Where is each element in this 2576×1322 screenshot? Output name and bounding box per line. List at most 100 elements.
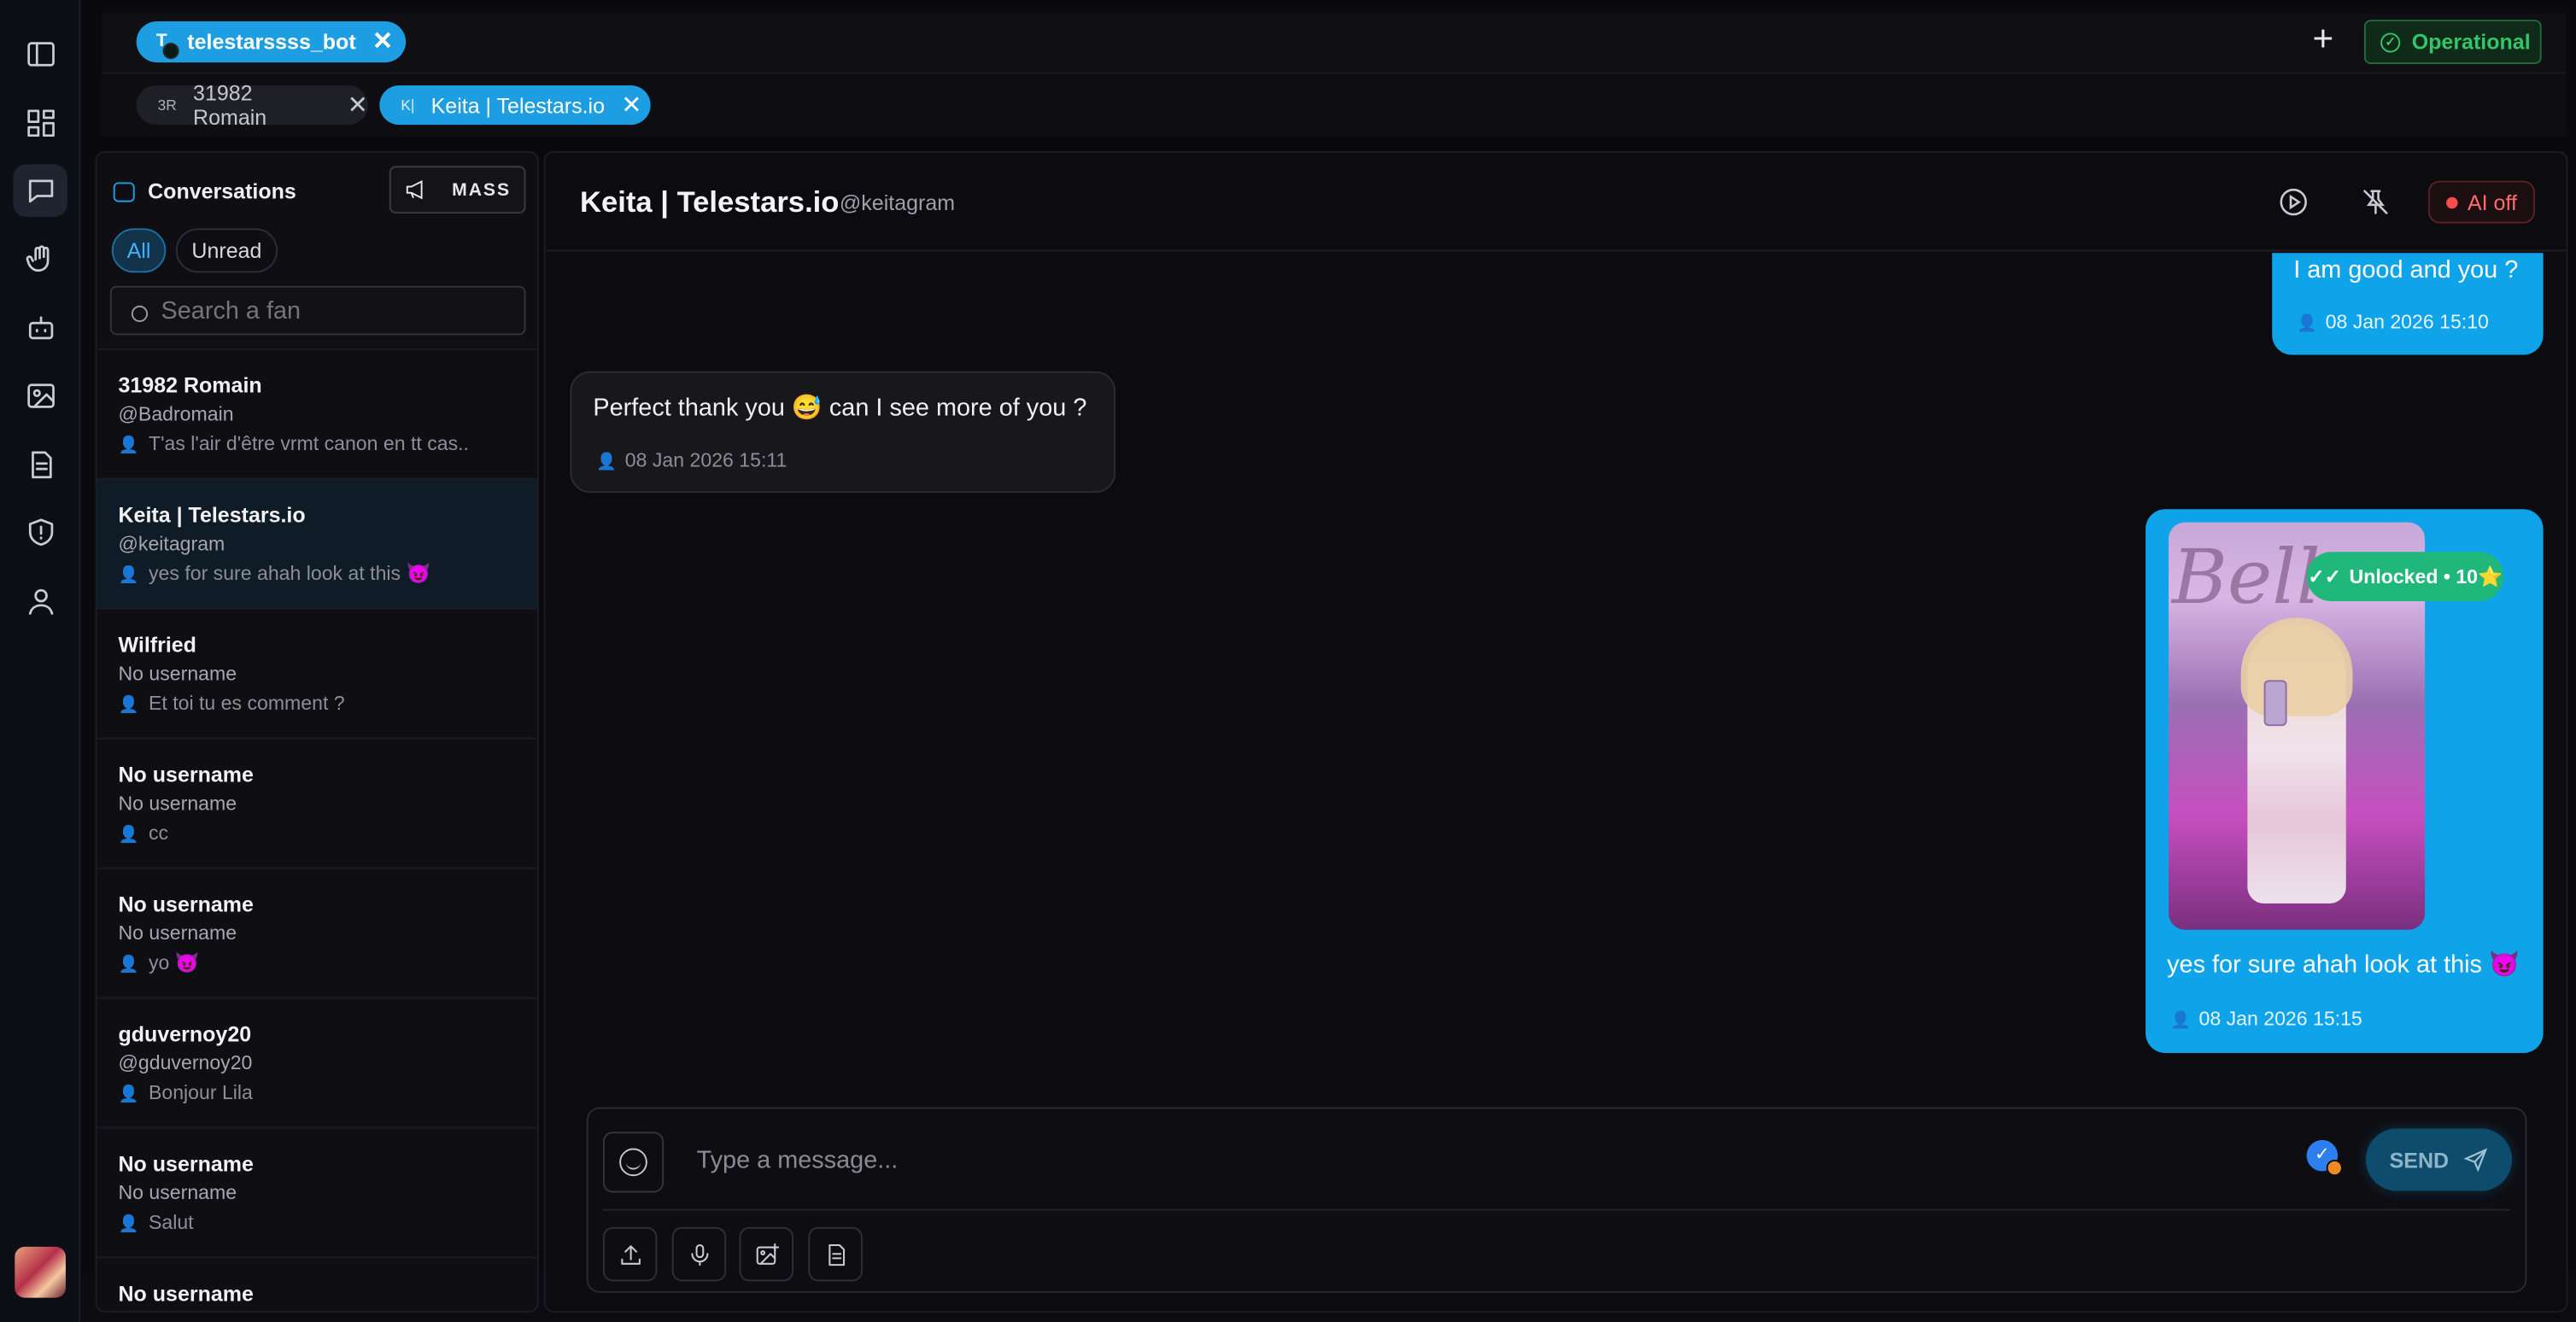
conversation-preview: Et toi tu es comment ? (118, 692, 512, 715)
search-box (109, 285, 526, 336)
ai-toggle[interactable]: AI off (2427, 180, 2535, 224)
play-icon[interactable] (2277, 185, 2310, 218)
user-icon: 👤 (596, 453, 618, 472)
emoji-button[interactable] (602, 1132, 664, 1193)
send-icon (2462, 1148, 2487, 1173)
conversation-list: 31982 Romain @Badromain T'as l'air d'êtr… (97, 348, 537, 1311)
media-button[interactable] (739, 1226, 794, 1282)
filter-unread[interactable]: Unread (175, 228, 278, 273)
conversation-username: No username (118, 792, 237, 816)
microphone-icon (690, 1243, 708, 1266)
conversation-name: gduvernoy20 (118, 1021, 252, 1047)
bot-icon[interactable] (13, 302, 67, 355)
document-icon (828, 1243, 845, 1266)
tab-label: 31982 Romain (193, 80, 267, 130)
list-item[interactable]: 31982 Romain @Badromain T'as l'air d'êtr… (97, 348, 537, 478)
user-icon: 👤 (2169, 1011, 2191, 1031)
tab-initials: 3R (157, 97, 177, 114)
message-composer: ✓ SEND (586, 1107, 2527, 1293)
message-bubble-incoming: Perfect thank you 😅 can I see more of yo… (570, 371, 1116, 494)
conversation-name: Keita | Telestars.io (118, 502, 306, 528)
close-icon[interactable]: ✕ (348, 93, 368, 118)
filter-all[interactable]: All (111, 228, 167, 273)
list-item[interactable]: Keita | Telestars.io @keitagram yes for … (97, 477, 537, 608)
conversation-name: No username (118, 762, 254, 787)
send-button[interactable]: SEND (2365, 1128, 2513, 1191)
template-button[interactable] (808, 1226, 863, 1282)
chat-title: Keita | Telestars.io (579, 185, 840, 219)
message-timestamp: 👤 08 Jan 2026 15:11 (596, 448, 787, 471)
image-icon[interactable] (13, 370, 67, 423)
conversation-name: No username (118, 892, 254, 917)
chat-icon[interactable] (13, 164, 67, 217)
upload-button[interactable] (602, 1226, 658, 1282)
top-tab-bar (102, 13, 2567, 74)
message-input[interactable] (696, 1138, 2175, 1181)
chat-tab-romain[interactable]: 3R 31982 Romain ✕ (136, 80, 368, 130)
conversation-username: @gduvernoy20 (118, 1051, 253, 1074)
conversations-header: Conversations (113, 178, 296, 204)
send-label: SEND (2389, 1147, 2450, 1173)
message-time: 08 Jan 2026 15:10 (2325, 310, 2489, 334)
add-tab-icon[interactable]: + (2304, 20, 2343, 61)
conversation-name: No username (118, 1151, 254, 1177)
mass-message-button[interactable]: MASS (389, 166, 526, 214)
ai-status-label: AI off (2467, 190, 2517, 215)
list-item[interactable]: No username No username cc (97, 737, 537, 868)
list-item[interactable]: gduvernoy20 @gduvernoy20 Bonjour Lila (97, 997, 537, 1127)
message-bubble-outgoing: I am good and you ? 👤 08 Jan 2026 15:10 (2272, 253, 2544, 355)
message-text: Perfect thank you 😅 can I see more of yo… (593, 394, 1087, 423)
tab-label: Keita | Telestars.io (430, 92, 606, 118)
user-icon[interactable] (13, 575, 67, 628)
message-timestamp: 👤 08 Jan 2026 15:10 (2297, 311, 2489, 334)
composer-divider (602, 1208, 2511, 1211)
tab-initials: K| (401, 97, 415, 114)
hand-icon[interactable] (13, 233, 67, 286)
smiley-icon (619, 1148, 647, 1177)
bot-tab[interactable]: T telestarssss_bot ✕ (136, 21, 407, 63)
conversation-name: Wilfried (118, 632, 196, 658)
list-item[interactable]: No username (97, 1256, 537, 1310)
conversation-username: @keitagram (118, 532, 225, 556)
chat-panel: Keita | Telestars.io @keitagram AI off I… (543, 150, 2568, 1313)
shield-icon[interactable] (13, 506, 67, 559)
bot-avatar-icon: T (156, 31, 179, 59)
close-icon[interactable]: ✕ (621, 93, 641, 118)
bot-tab-label: telestarssss_bot (187, 29, 356, 55)
conversation-username: No username (118, 921, 237, 945)
search-input[interactable] (161, 296, 490, 325)
double-check-icon: ✓✓ (2308, 564, 2341, 588)
document-icon[interactable] (13, 439, 67, 492)
close-icon[interactable]: ✕ (372, 30, 393, 55)
message-list: I am good and you ? 👤 08 Jan 2026 15:10 P… (546, 253, 2567, 1085)
conversations-title: Conversations (148, 178, 296, 204)
unpin-icon[interactable] (2359, 185, 2392, 218)
list-item[interactable]: No username No username Salut (97, 1126, 537, 1257)
photo-wall-lettering: Bell (2171, 532, 2321, 622)
chat-bubble-icon (113, 181, 135, 202)
dashboard-icon[interactable] (13, 97, 67, 149)
unlocked-badge: ✓✓ Unlocked • 10⭐ (2306, 552, 2504, 602)
conversation-name: No username (118, 1281, 254, 1307)
megaphone-icon (407, 179, 423, 200)
list-item[interactable]: Wilfried No username Et toi tu es commen… (97, 607, 537, 738)
voice-button[interactable] (671, 1226, 727, 1282)
conversation-preview: Salut (118, 1211, 512, 1234)
chat-tab-keita[interactable]: K| Keita | Telestars.io ✕ (379, 85, 651, 126)
sidebar-toggle-icon[interactable] (13, 28, 67, 81)
avatar[interactable] (15, 1246, 66, 1298)
conversation-preview: yo 😈 (118, 951, 512, 974)
message-text: I am good and you ? (2293, 256, 2519, 284)
mass-label: MASS (452, 179, 511, 200)
conversation-preview: yes for sure ahah look at this 😈 (118, 562, 512, 585)
conversation-name: 31982 Romain (118, 372, 262, 398)
list-item[interactable]: No username No username yo 😈 (97, 867, 537, 997)
check-circle-icon: ✓ (2380, 32, 2401, 52)
message-time: 08 Jan 2026 15:11 (624, 448, 787, 472)
status-badge: ✓ Operational (2363, 20, 2542, 65)
chat-handle: @keitagram (839, 190, 956, 215)
verified-badge-icon[interactable]: ✓ (2306, 1139, 2343, 1177)
conversation-username: No username (118, 1180, 237, 1204)
left-rail (0, 0, 81, 1322)
search-icon (131, 305, 149, 323)
